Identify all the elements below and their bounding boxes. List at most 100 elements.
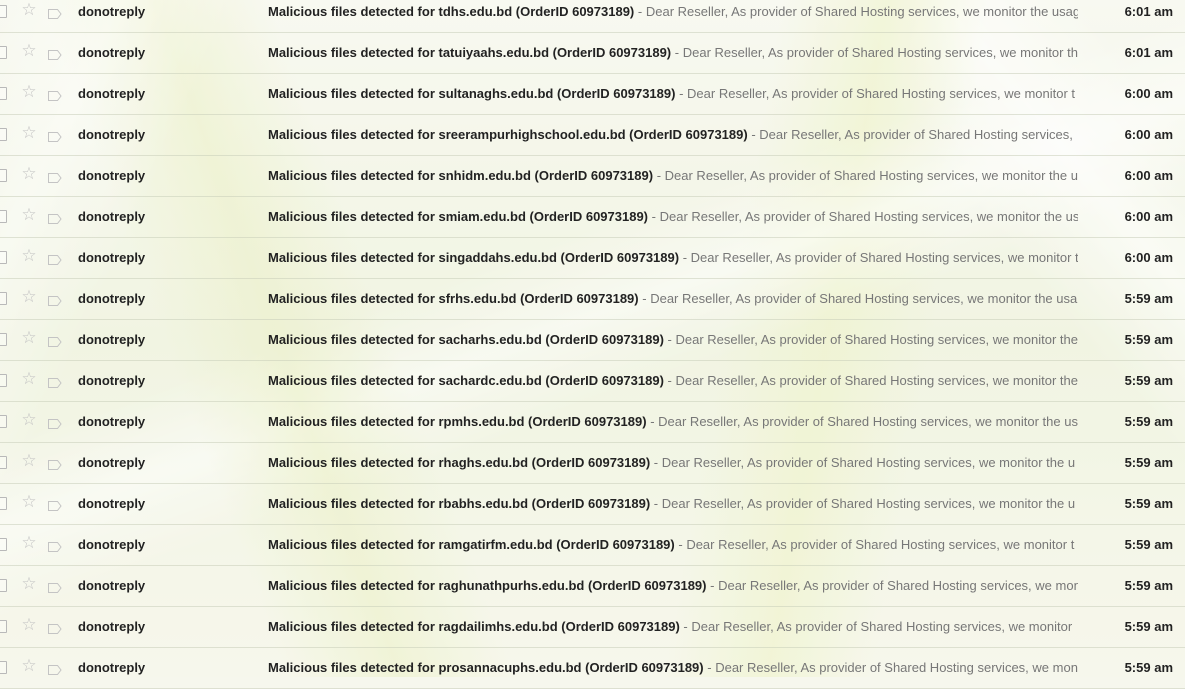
email-time: 6:00 am xyxy=(1124,86,1173,101)
label-tag-icon-graphic xyxy=(48,337,62,347)
label-tag-icon-graphic xyxy=(48,624,62,634)
star-icon[interactable]: ☆ xyxy=(20,411,38,429)
email-row[interactable]: ☆ donotreply Malicious files detected fo… xyxy=(0,156,1185,197)
star-icon[interactable]: ☆ xyxy=(20,534,38,552)
email-subject: Malicious files detected for rbabhs.edu.… xyxy=(268,496,651,511)
star-icon[interactable]: ☆ xyxy=(20,165,38,183)
label-tag-icon[interactable] xyxy=(48,47,62,60)
email-row[interactable]: ☆ donotreply Malicious files detected fo… xyxy=(0,525,1185,566)
snippet-separator: - xyxy=(653,496,662,511)
sender-name: donotreply xyxy=(78,537,146,552)
star-icon[interactable]: ☆ xyxy=(20,452,38,470)
subject-and-snippet: Malicious files detected for tatuiyaahs.… xyxy=(268,45,1078,60)
email-row[interactable]: ☆ donotreply Malicious files detected fo… xyxy=(0,115,1185,156)
email-subject: Malicious files detected for smiam.edu.b… xyxy=(268,209,649,224)
sender-name: donotreply xyxy=(78,619,146,634)
checkbox-icon[interactable] xyxy=(0,456,7,469)
email-row[interactable]: ☆ donotreply Malicious files detected fo… xyxy=(0,320,1185,361)
email-subject: Malicious files detected for ragdailimhs… xyxy=(268,619,680,634)
star-icon[interactable]: ☆ xyxy=(20,657,38,675)
label-tag-icon[interactable] xyxy=(48,416,62,429)
checkbox-icon[interactable] xyxy=(0,374,7,387)
email-snippet: Dear Reseller, As provider of Shared Hos… xyxy=(664,168,1078,183)
star-icon[interactable]: ☆ xyxy=(20,329,38,347)
snippet-separator: - xyxy=(682,250,691,265)
email-snippet: Dear Reseller, As provider of Shared Hos… xyxy=(658,414,1078,429)
subject-and-snippet: Malicious files detected for snhidm.edu.… xyxy=(268,168,1078,183)
email-row[interactable]: ☆ donotreply Malicious files detected fo… xyxy=(0,197,1185,238)
checkbox-icon[interactable] xyxy=(0,292,7,305)
checkbox-icon[interactable] xyxy=(0,251,7,264)
checkbox-icon[interactable] xyxy=(0,415,7,428)
email-list: ☆ donotreply Malicious files detected fo… xyxy=(0,0,1185,689)
email-row[interactable]: ☆ donotreply Malicious files detected fo… xyxy=(0,74,1185,115)
checkbox-icon[interactable] xyxy=(0,579,7,592)
sender-name: donotreply xyxy=(78,496,146,511)
email-row[interactable]: ☆ donotreply Malicious files detected fo… xyxy=(0,33,1185,74)
subject-and-snippet: Malicious files detected for raghunathpu… xyxy=(268,578,1078,593)
label-tag-icon[interactable] xyxy=(48,293,62,306)
label-tag-icon[interactable] xyxy=(48,621,62,634)
email-subject: Malicious files detected for tdhs.edu.bd… xyxy=(268,4,635,19)
label-tag-icon[interactable] xyxy=(48,334,62,347)
star-icon[interactable]: ☆ xyxy=(20,83,38,101)
star-icon[interactable]: ☆ xyxy=(20,1,38,19)
label-tag-icon[interactable] xyxy=(48,211,62,224)
label-tag-icon[interactable] xyxy=(48,457,62,470)
star-icon[interactable]: ☆ xyxy=(20,206,38,224)
email-subject: Malicious files detected for sfrhs.edu.b… xyxy=(268,291,639,306)
label-tag-icon[interactable] xyxy=(48,170,62,183)
label-tag-icon[interactable] xyxy=(48,539,62,552)
email-row[interactable]: ☆ donotreply Malicious files detected fo… xyxy=(0,607,1185,648)
label-tag-icon[interactable] xyxy=(48,129,62,142)
label-tag-icon[interactable] xyxy=(48,88,62,101)
label-tag-icon[interactable] xyxy=(48,580,62,593)
snippet-separator: - xyxy=(651,209,660,224)
checkbox-icon[interactable] xyxy=(0,661,7,674)
email-row[interactable]: ☆ donotreply Malicious files detected fo… xyxy=(0,566,1185,607)
label-tag-icon[interactable] xyxy=(48,662,62,675)
checkbox-icon[interactable] xyxy=(0,46,7,59)
label-tag-icon[interactable] xyxy=(48,6,62,19)
email-row[interactable]: ☆ donotreply Malicious files detected fo… xyxy=(0,238,1185,279)
checkbox-icon[interactable] xyxy=(0,5,7,18)
label-tag-icon-graphic xyxy=(48,173,62,183)
email-time: 5:59 am xyxy=(1124,414,1173,429)
email-subject: Malicious files detected for sreerampurh… xyxy=(268,127,748,142)
checkbox-icon[interactable] xyxy=(0,128,7,141)
star-icon[interactable]: ☆ xyxy=(20,370,38,388)
checkbox-icon[interactable] xyxy=(0,497,7,510)
snippet-separator: - xyxy=(674,45,683,60)
email-row[interactable]: ☆ donotreply Malicious files detected fo… xyxy=(0,484,1185,525)
email-snippet: Dear Reseller, As provider of Shared Hos… xyxy=(650,291,1078,306)
email-row[interactable]: ☆ donotreply Malicious files detected fo… xyxy=(0,402,1185,443)
email-time: 6:00 am xyxy=(1124,250,1173,265)
email-row[interactable]: ☆ donotreply Malicious files detected fo… xyxy=(0,361,1185,402)
label-tag-icon[interactable] xyxy=(48,252,62,265)
subject-and-snippet: Malicious files detected for sreerampurh… xyxy=(268,127,1078,142)
label-tag-icon-graphic xyxy=(48,460,62,470)
label-tag-icon-graphic xyxy=(48,132,62,142)
star-icon[interactable]: ☆ xyxy=(20,288,38,306)
sender-name: donotreply xyxy=(78,250,146,265)
star-icon[interactable]: ☆ xyxy=(20,247,38,265)
checkbox-icon[interactable] xyxy=(0,87,7,100)
star-icon[interactable]: ☆ xyxy=(20,575,38,593)
subject-and-snippet: Malicious files detected for sfrhs.edu.b… xyxy=(268,291,1078,306)
sender-name: donotreply xyxy=(78,660,146,675)
label-tag-icon[interactable] xyxy=(48,375,62,388)
star-icon[interactable]: ☆ xyxy=(20,124,38,142)
label-tag-icon[interactable] xyxy=(48,498,62,511)
star-icon[interactable]: ☆ xyxy=(20,616,38,634)
star-icon[interactable]: ☆ xyxy=(20,42,38,60)
star-icon[interactable]: ☆ xyxy=(20,493,38,511)
email-row[interactable]: ☆ donotreply Malicious files detected fo… xyxy=(0,279,1185,320)
checkbox-icon[interactable] xyxy=(0,169,7,182)
checkbox-icon[interactable] xyxy=(0,538,7,551)
email-row[interactable]: ☆ donotreply Malicious files detected fo… xyxy=(0,443,1185,484)
checkbox-icon[interactable] xyxy=(0,620,7,633)
email-row[interactable]: ☆ donotreply Malicious files detected fo… xyxy=(0,648,1185,689)
checkbox-icon[interactable] xyxy=(0,210,7,223)
email-row[interactable]: ☆ donotreply Malicious files detected fo… xyxy=(0,0,1185,33)
checkbox-icon[interactable] xyxy=(0,333,7,346)
